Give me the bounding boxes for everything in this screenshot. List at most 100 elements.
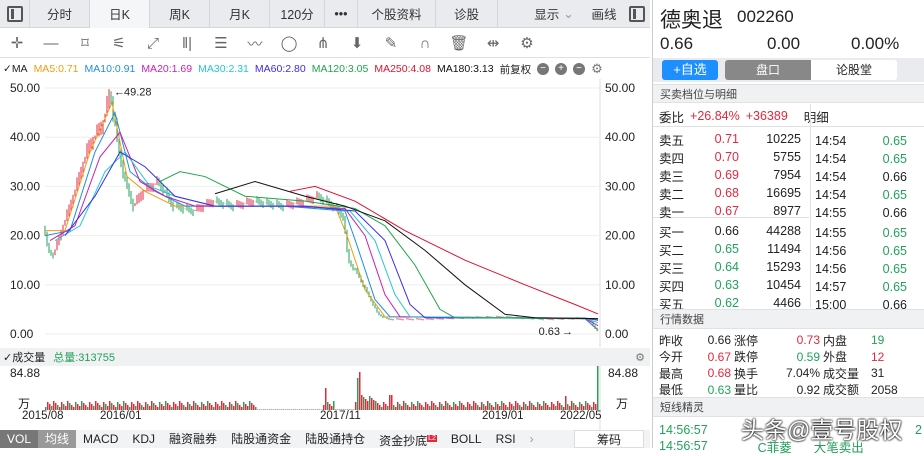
tab-margin[interactable]: 融资融券 [162, 430, 224, 448]
tab-daily-k[interactable]: 日K [90, 0, 150, 28]
tab-monthly-k[interactable]: 月K [210, 0, 270, 28]
tab-hk-holding[interactable]: 陆股通持仓 [298, 430, 372, 448]
quote-label: 外盘 [823, 350, 848, 364]
tab-120min[interactable]: 120分 [270, 0, 325, 28]
volume-bar [389, 395, 391, 410]
tab-weekly-k[interactable]: 周K [150, 0, 210, 28]
panel-icon [6, 5, 23, 22]
l2-badge: L2 [427, 435, 437, 442]
zoom-in-icon[interactable]: + [555, 63, 568, 75]
quote-value: 12 [871, 349, 885, 364]
tab-diagnosis[interactable]: 诊股 [436, 0, 498, 28]
tab-bottom-fishing[interactable]: 资金抄底L2 [372, 430, 444, 448]
zoom-out-icon[interactable]: − [537, 63, 550, 75]
volume-bar [373, 400, 375, 410]
level-label: 买二 [659, 243, 685, 258]
tick-row: 14:55 0.66 [815, 204, 924, 222]
settings-icon[interactable]: ⚙ [510, 34, 544, 52]
volume-bar [565, 396, 567, 410]
trash-icon[interactable]: 🗑 [442, 34, 476, 52]
add-watchlist-button[interactable]: +自选 [662, 60, 718, 80]
ma10-value: MA10:0.91 [84, 63, 136, 75]
ma-line-ma30 [54, 151, 599, 324]
left-panel-toggle[interactable] [0, 0, 30, 28]
wave-icon[interactable]: 〰 [238, 33, 272, 54]
quote-label: 最低 [659, 383, 684, 397]
tick-price: 0.65 [882, 262, 907, 276]
right-panel-toggle[interactable] [624, 0, 650, 28]
chevron-right-icon[interactable]: › [523, 430, 541, 448]
arrow-down-icon[interactable]: ⬇ [340, 34, 374, 52]
volume-bar [585, 401, 587, 410]
volume-bar [103, 402, 105, 410]
tick-price: 0.65 [882, 244, 907, 258]
volume-bar [67, 401, 69, 410]
volume-label[interactable]: ✓成交量 [3, 349, 45, 365]
ma180-value: MA180:3.13 [436, 63, 494, 75]
y-tick-label: 0.00 [605, 327, 629, 341]
tab-ma[interactable]: 均线 [38, 430, 77, 448]
magnet-icon[interactable]: ∩ [408, 35, 442, 52]
ma-toggle[interactable]: ✓MA [3, 63, 28, 75]
quote-label: 内盘 [823, 333, 848, 348]
tab-kdj[interactable]: KDJ [125, 430, 162, 448]
volume-bar [193, 401, 195, 410]
tab-vol[interactable]: VOL [0, 430, 39, 448]
tab-lungutang[interactable]: 论股堂 [811, 60, 897, 80]
volume-bar [243, 402, 245, 410]
level-label: 买三 [659, 261, 685, 276]
minus-icon[interactable]: − [573, 63, 586, 75]
tab-macd[interactable]: MACD [76, 430, 125, 448]
tab-hk-flow[interactable]: 陆股通资金 [224, 430, 298, 448]
quote-label: 成交量 [823, 366, 860, 381]
level-volume: 4466 [773, 296, 801, 310]
volume-bar [411, 402, 413, 410]
tab-intraday[interactable]: 分时 [30, 0, 90, 28]
tick-time: 14:54 [815, 188, 847, 202]
date-axis: 2015/08 2016/01 2017/11 2019/01 2022/05 [0, 410, 650, 430]
eraser-icon[interactable]: ✎ [374, 34, 408, 52]
more-tabs-button[interactable]: ••• [325, 0, 358, 28]
volume-bar [97, 403, 99, 410]
volume-bar [597, 366, 599, 410]
draw-button[interactable]: 画线 [584, 0, 624, 28]
volume-bar [325, 388, 327, 410]
adjust-dropdown[interactable]: 前复权 [500, 62, 532, 77]
price-chart[interactable]: 50.00 50.00 40.00 40.00 30.00 30.00 20.00 20.00… [0, 79, 650, 347]
chips-button[interactable]: 筹码 [574, 430, 644, 448]
settings-icon[interactable]: ⚙ [635, 351, 645, 364]
split-icon[interactable]: ⇹ [476, 34, 510, 52]
crosshair-icon[interactable]: ✛ [0, 34, 34, 52]
volume-bar [359, 372, 361, 410]
volume-bar [355, 402, 357, 410]
vertical-lines-icon[interactable]: ‖| [170, 35, 204, 52]
circle-icon[interactable]: ◯ [272, 34, 306, 52]
volume-bar [487, 401, 489, 410]
fan-icon[interactable]: ⚟ [102, 34, 136, 52]
volume-bar [111, 403, 113, 410]
display-dropdown[interactable]: 显示 ⌄ [524, 0, 584, 28]
volume-bar [151, 401, 153, 410]
tab-rsi[interactable]: RSI [489, 430, 523, 448]
volume-bar [445, 401, 447, 410]
settings-icon[interactable]: ⚙ [591, 61, 603, 77]
volume-bar [131, 402, 133, 410]
text-icon[interactable]: ☰ [204, 34, 238, 52]
order-level-row: 卖三 0.69 7954 [659, 166, 809, 184]
volume-bar [201, 402, 203, 410]
volume-bar [515, 401, 517, 410]
rect-icon[interactable]: ⌑ [68, 34, 102, 52]
volume-bar [69, 403, 71, 410]
channel-icon[interactable]: ⤢ [136, 35, 170, 52]
volume-bar [83, 403, 85, 410]
volume-bar [371, 398, 373, 410]
tab-boll[interactable]: BOLL [444, 430, 489, 448]
tab-pankou[interactable]: 盘口 [725, 60, 811, 80]
pct-change: 0.00% [851, 34, 900, 53]
ratio-pct: +26.84% [690, 109, 740, 123]
order-level-row: 卖五 0.71 10225 [659, 130, 809, 148]
pitchfork-icon[interactable]: ⋔ [306, 34, 340, 52]
line-icon[interactable]: — [34, 35, 68, 52]
volume-bar [403, 401, 405, 410]
tab-stock-info[interactable]: 个股资料 [358, 0, 436, 28]
